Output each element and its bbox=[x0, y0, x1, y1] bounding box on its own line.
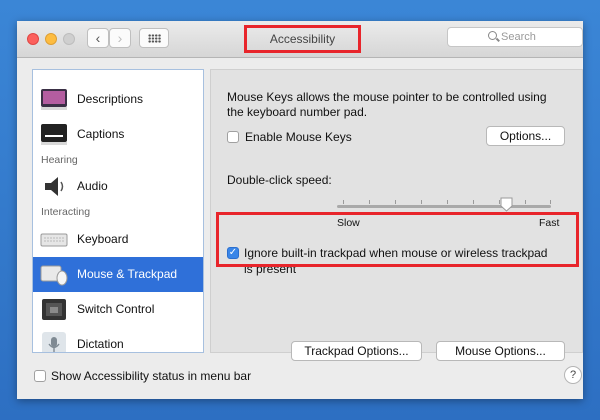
title-highlight-box: Accessibility bbox=[244, 25, 361, 53]
chevron-left-icon: ‹ bbox=[95, 30, 101, 46]
window-title: Accessibility bbox=[269, 32, 336, 46]
sidebar-header-interacting: Interacting bbox=[41, 206, 91, 218]
desktop-background: ‹ › Accessibility Search Descriptions Ca… bbox=[0, 0, 600, 420]
mouse-keys-options-button[interactable]: Options... bbox=[486, 126, 565, 146]
sidebar-item-label: Mouse & Trackpad bbox=[77, 267, 178, 281]
forward-button[interactable]: › bbox=[109, 28, 131, 48]
slider-tick bbox=[550, 200, 551, 204]
show-status-label: Show Accessibility status in menu bar bbox=[51, 369, 252, 383]
trackpad-icon bbox=[40, 265, 68, 286]
sidebar-item-keyboard[interactable]: Keyboard bbox=[33, 222, 203, 257]
accessibility-window: ‹ › Accessibility Search Descriptions Ca… bbox=[17, 21, 583, 399]
sidebar-item-label: Dictation bbox=[77, 337, 124, 351]
trackpad-options-button[interactable]: Trackpad Options... bbox=[291, 341, 422, 361]
close-window-button[interactable] bbox=[27, 33, 39, 45]
ignore-trackpad-highlight-box bbox=[216, 212, 579, 267]
sidebar-item-switch-control[interactable]: Switch Control bbox=[33, 292, 203, 327]
sidebar-item-label: Keyboard bbox=[77, 232, 129, 246]
sidebar-item-label: Switch Control bbox=[77, 302, 155, 316]
slider-tick bbox=[395, 200, 396, 204]
speaker-icon bbox=[45, 177, 64, 196]
mouse-trackpad-panel: Mouse Keys allows the mouse pointer to b… bbox=[210, 69, 583, 361]
slider-tick bbox=[369, 200, 370, 204]
chevron-right-icon: › bbox=[117, 30, 123, 46]
mouse-options-button[interactable]: Mouse Options... bbox=[436, 341, 565, 361]
double-click-speed-slider[interactable] bbox=[337, 205, 551, 208]
mouse-keys-description-line1: Mouse Keys allows the mouse pointer to b… bbox=[227, 90, 547, 104]
descriptions-icon bbox=[41, 89, 67, 110]
slider-tick bbox=[447, 200, 448, 204]
sidebar-header-hearing: Hearing bbox=[41, 154, 78, 166]
sidebar-item-captions[interactable]: Captions bbox=[33, 117, 203, 152]
double-click-speed-label: Double-click speed: bbox=[227, 173, 332, 187]
sidebar: Descriptions Captions Hearing Audio Inte… bbox=[32, 69, 204, 353]
zoom-window-button[interactable] bbox=[63, 33, 75, 45]
help-button[interactable]: ? bbox=[564, 366, 582, 384]
show-status-checkbox[interactable] bbox=[34, 370, 46, 382]
slider-tick bbox=[421, 200, 422, 204]
enable-mouse-keys-checkbox[interactable] bbox=[227, 131, 239, 143]
minimize-window-button[interactable] bbox=[45, 33, 57, 45]
back-button[interactable]: ‹ bbox=[87, 28, 109, 48]
sidebar-item-descriptions[interactable]: Descriptions bbox=[33, 82, 203, 117]
mouse-keys-description-line2: the keyboard number pad. bbox=[227, 105, 368, 119]
title-bar: ‹ › Accessibility Search bbox=[17, 21, 583, 58]
grid-icon bbox=[148, 34, 161, 43]
show-all-button[interactable] bbox=[139, 28, 169, 48]
slider-knob[interactable] bbox=[500, 197, 513, 212]
switch-control-icon bbox=[42, 299, 66, 320]
sidebar-item-audio[interactable]: Audio bbox=[33, 169, 203, 204]
sidebar-item-label: Captions bbox=[77, 127, 125, 141]
slider-tick bbox=[473, 200, 474, 204]
slider-tick bbox=[525, 200, 526, 204]
search-field[interactable]: Search bbox=[447, 27, 583, 47]
sidebar-item-mouse-trackpad[interactable]: Mouse & Trackpad bbox=[33, 257, 203, 292]
sidebar-item-dictation[interactable]: Dictation bbox=[33, 327, 203, 352]
enable-mouse-keys-label: Enable Mouse Keys bbox=[245, 130, 352, 144]
keyboard-icon bbox=[40, 233, 68, 247]
captions-icon bbox=[41, 124, 67, 145]
sidebar-item-label: Descriptions bbox=[77, 92, 144, 106]
sidebar-item-label: Audio bbox=[77, 179, 108, 193]
slider-tick bbox=[343, 200, 344, 204]
search-placeholder: Search bbox=[501, 31, 536, 43]
microphone-icon bbox=[42, 332, 66, 352]
search-icon bbox=[488, 31, 497, 40]
